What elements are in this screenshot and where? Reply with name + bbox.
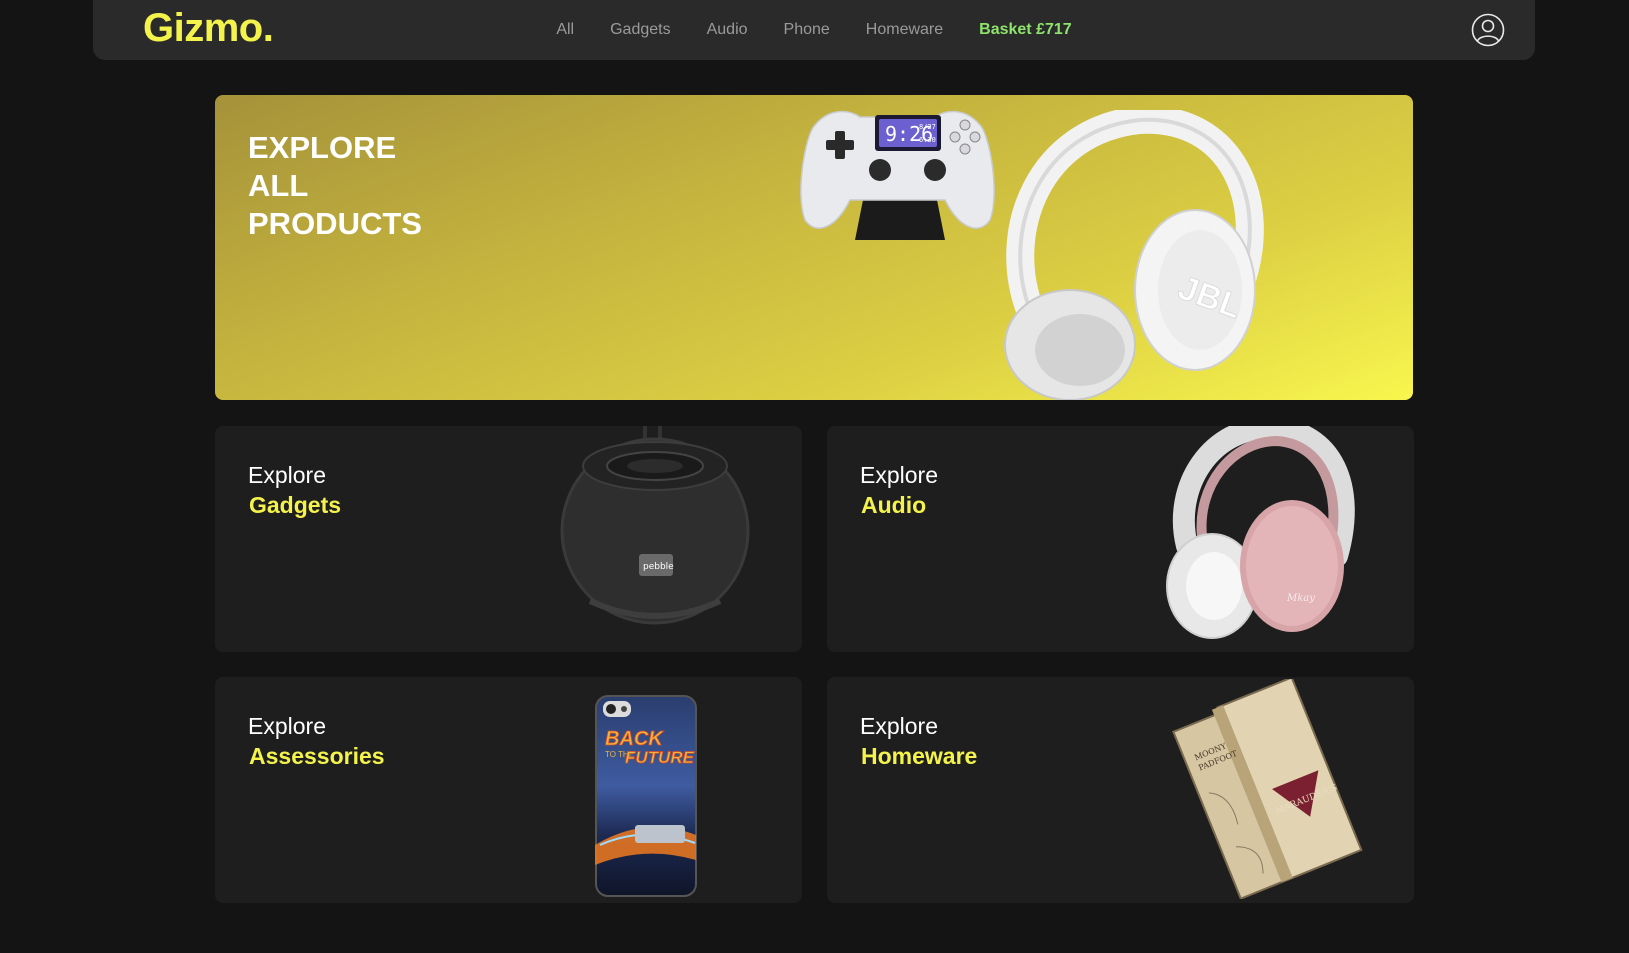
card-kicker: Explore (248, 713, 326, 739)
card-category: Homeware (861, 743, 978, 769)
headphone-brand-label: Mkay (1286, 593, 1315, 604)
card-kicker: Explore (248, 462, 326, 488)
phone-case-image: BACK TO THE FUTURE (595, 695, 697, 897)
nav-links: All Gadgets Audio Phone Homeware Basket … (93, 0, 1535, 60)
hero-title-line-2: ALL (248, 168, 309, 203)
nav-link-audio[interactable]: Audio (707, 21, 748, 39)
nav-link-phone[interactable]: Phone (784, 21, 830, 39)
controller-clock-image: 9:26 8/27 6:30 (800, 110, 995, 240)
nav-link-gadgets[interactable]: Gadgets (610, 21, 670, 39)
clock-date: 8/27 (919, 123, 936, 131)
case-text-future: FUTURE (625, 748, 695, 767)
site-logo[interactable]: Gizmo. (143, 6, 274, 51)
card-kicker: Explore (860, 713, 938, 739)
explore-gadgets-card[interactable]: Explore Gadgets pebble (215, 426, 802, 652)
hero-title-line-1: EXPLORE (248, 130, 397, 165)
case-text-back: BACK (605, 728, 664, 750)
explore-assessories-card[interactable]: Explore Assessories BACK TO THE FUTURE (215, 677, 802, 903)
user-account-icon[interactable] (1471, 13, 1505, 47)
card-kicker: Explore (860, 462, 938, 488)
hero-title: EXPLORE ALL PRODUCTS (248, 129, 422, 243)
explore-homeware-card[interactable]: Explore Homeware MOONY PADFOOT MARAUDER'… (827, 677, 1414, 903)
speaker-brand-label: pebble (643, 562, 674, 572)
card-category: Audio (861, 492, 927, 518)
jbl-headphones-image: JBL (1004, 110, 1264, 400)
explore-audio-card[interactable]: Explore Audio Mkay (827, 426, 1414, 652)
speaker-image: pebble (560, 426, 750, 625)
hero-title-line-3: PRODUCTS (248, 206, 422, 241)
basket-link[interactable]: Basket £717 (979, 21, 1072, 39)
marauders-map-book-image: MOONY PADFOOT MARAUDER'S (1172, 679, 1363, 899)
nav-link-homeware[interactable]: Homeware (866, 21, 943, 39)
card-category: Assessories (249, 743, 385, 769)
clock-alarm: 6:30 (919, 136, 936, 144)
card-category: Gadgets (249, 492, 342, 518)
nav-link-all[interactable]: All (556, 21, 574, 39)
explore-all-products-banner[interactable]: EXPLORE ALL PRODUCTS 9:26 8/27 6:30 JBL (215, 95, 1413, 400)
pink-headphones-image: Mkay (1166, 426, 1355, 639)
top-navbar: Gizmo. All Gadgets Audio Phone Homeware … (93, 0, 1535, 60)
